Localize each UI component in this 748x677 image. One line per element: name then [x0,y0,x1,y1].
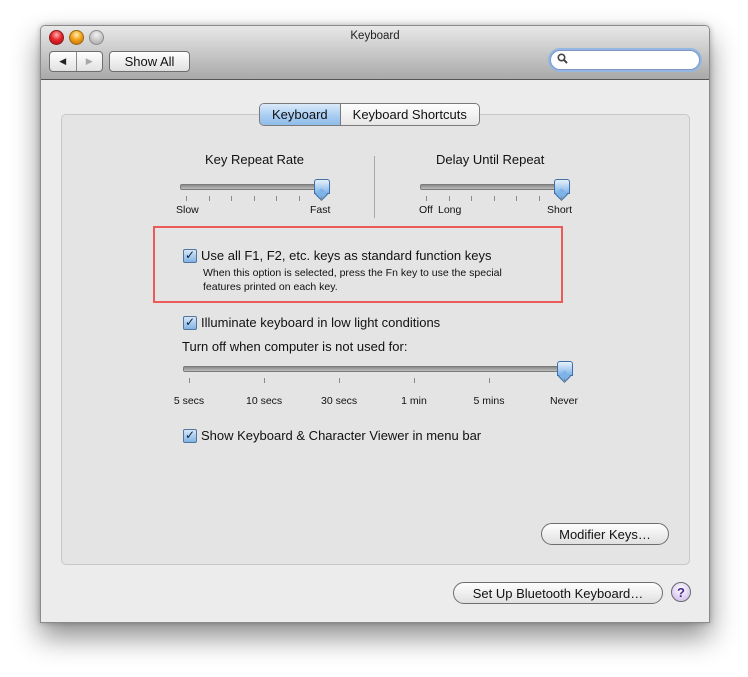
search-icon [557,53,568,67]
fn-keys-description-line2: features printed on each key. [203,281,338,293]
show-viewer-checkbox[interactable]: ✓ [183,429,197,443]
delay-tick [538,196,540,201]
show-all-button[interactable]: Show All [109,51,190,72]
checkmark-icon: ✓ [184,315,196,329]
key-repeat-tick [298,196,300,201]
turn-off-option-label: 10 secs [246,395,283,407]
turn-off-option-label: 30 secs [321,395,358,407]
turn-off-tick [339,378,340,383]
key-repeat-tick [208,196,210,201]
key-repeat-tick [253,196,255,201]
key-repeat-tick [276,196,277,201]
illuminate-checkbox[interactable]: ✓ [183,316,197,330]
illuminate-label[interactable]: Illuminate keyboard in low light conditi… [201,315,440,330]
help-icon: ? [677,584,685,600]
delay-until-repeat-title: Delay Until Repeat [436,152,545,167]
delay-tick [561,196,562,201]
turn-off-slider-thumb[interactable] [557,361,573,376]
key-repeat-tick [321,196,322,201]
fn-keys-checkbox[interactable]: ✓ [183,249,197,263]
key-repeat-tick [231,196,232,201]
modifier-keys-button[interactable]: Modifier Keys… [541,523,669,545]
delay-tick [493,196,495,201]
delay-tick [516,196,517,201]
show-viewer-label[interactable]: Show Keyboard & Character Viewer in menu… [201,428,481,443]
key-repeat-slider-thumb[interactable] [314,179,330,194]
back-forward-control: ◀ ▶ [49,51,103,72]
delay-tick [471,196,472,201]
tab-keyboard[interactable]: Keyboard [260,104,341,125]
fn-keys-label[interactable]: Use all F1, F2, etc. keys as standard fu… [201,248,491,263]
tab-keyboard-shortcuts[interactable]: Keyboard Shortcuts [341,104,479,125]
turn-off-option-label: 1 min [401,395,427,407]
tab-control: Keyboard Keyboard Shortcuts [259,103,480,126]
turn-off-tick [564,378,565,383]
checkmark-icon: ✓ [184,248,196,262]
key-repeat-slider-track[interactable] [180,184,320,190]
forward-button[interactable]: ▶ [77,52,103,71]
turn-off-option-label: Never [549,395,578,407]
back-button[interactable]: ◀ [50,52,77,71]
turn-off-slider-track[interactable] [183,366,569,372]
delay-slider-track[interactable] [420,184,560,190]
turn-off-tick [189,378,190,383]
delay-slider-thumb[interactable] [554,179,570,194]
turn-off-label: Turn off when computer is not used for: [182,339,408,354]
forward-arrow-icon: ▶ [85,56,93,66]
checkmark-icon: ✓ [184,428,196,442]
window-title: Keyboard [350,30,400,42]
fn-keys-description-line1: When this option is selected, press the … [203,267,502,279]
key-repeat-tick [186,196,187,201]
keyboard-preferences-window: Keyboard ◀ ▶ Show All Keyboard Keyboard … [40,25,710,623]
setup-bluetooth-keyboard-button[interactable]: Set Up Bluetooth Keyboard… [453,582,663,604]
key-repeat-rate-title: Key Repeat Rate [205,152,305,167]
delay-short-label: Short [547,204,573,216]
turn-off-tick [264,378,265,383]
delay-tick [448,196,450,201]
turn-off-tick [489,378,490,383]
delay-off-label: Off [419,204,433,216]
key-repeat-slow-label: Slow [176,204,199,216]
separator [374,156,375,218]
key-repeat-fast-label: Fast [310,204,331,216]
turn-off-option-label: 5 secs [173,395,205,407]
turn-off-option-label: 5 mins [473,395,505,407]
title-toolbar: Keyboard ◀ ▶ Show All [41,26,709,80]
turn-off-tick [414,378,415,383]
delay-long-label: Long [438,204,462,216]
delay-tick [426,196,427,201]
help-button[interactable]: ? [671,582,691,602]
back-arrow-icon: ◀ [59,56,67,66]
search-field[interactable] [550,50,700,70]
